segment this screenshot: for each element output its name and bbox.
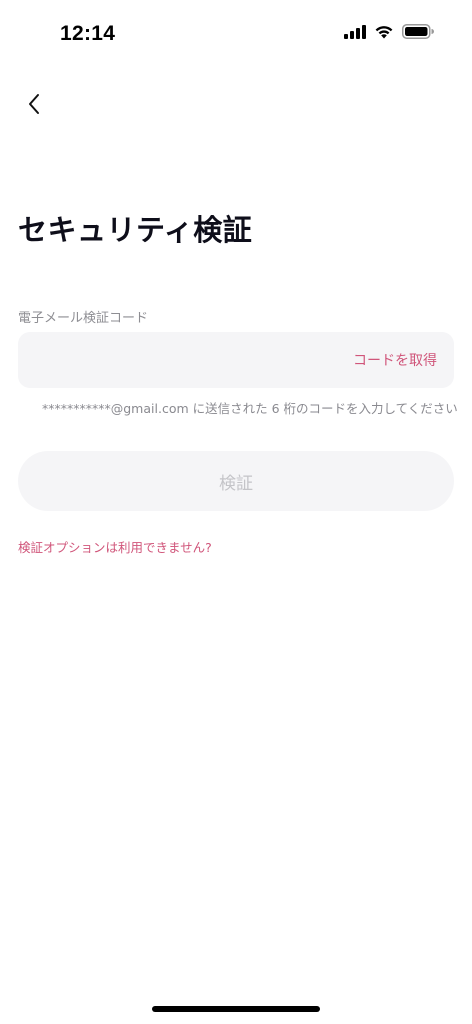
verification-options-unavailable-link[interactable]: 検証オプションは利用できません? (18, 537, 212, 556)
security-verification-screen: 12:14 セキュリティ検証 電子メール検証コード コードを取得 *******… (0, 0, 472, 1024)
page-title: セキュリティ検証 (18, 213, 253, 247)
home-indicator[interactable] (152, 1006, 320, 1012)
status-icons (344, 24, 434, 39)
wifi-icon (374, 24, 394, 39)
verify-button[interactable]: 検証 (18, 451, 454, 511)
code-field-label: 電子メール検証コード (18, 311, 149, 326)
status-time: 12:14 (60, 22, 116, 45)
battery-icon (402, 24, 434, 39)
back-button[interactable] (16, 86, 52, 122)
cellular-signal-icon (344, 24, 366, 39)
get-code-button[interactable]: コードを取得 (353, 350, 437, 370)
chevron-left-icon (27, 93, 41, 115)
verification-code-field: コードを取得 (18, 332, 454, 388)
verification-code-input[interactable] (18, 332, 338, 388)
code-sent-hint: ***********@gmail.com に送信された 6 桁のコードを入力し… (42, 401, 458, 416)
